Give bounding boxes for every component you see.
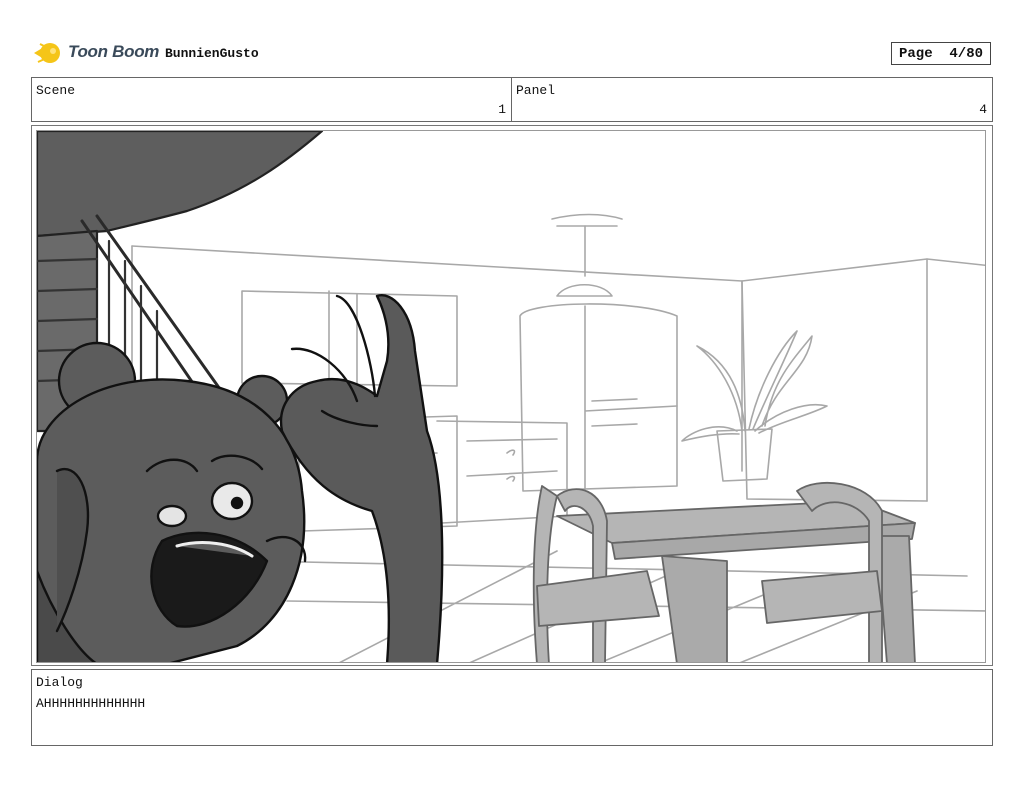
storyboard-drawing — [36, 130, 986, 663]
table-and-chairs — [532, 481, 916, 662]
dialog-text: AHHHHHHHHHHHHH — [36, 696, 146, 711]
page-label: Page — [898, 46, 933, 62]
panel-label: Panel — [516, 83, 556, 98]
brand-name: Toon Boom — [68, 42, 160, 61]
scene-cell: Scene 1 — [31, 77, 512, 122]
project-name: BunnienGusto — [165, 46, 259, 61]
scene-number: 1 — [498, 102, 506, 117]
page-value: 4/80 — [949, 46, 984, 62]
dialog-label: Dialog — [36, 675, 83, 690]
dialog-cell: Dialog AHHHHHHHHHHHHH — [31, 669, 993, 746]
screaming-character — [37, 294, 444, 662]
panel-cell: Panel 4 — [511, 77, 993, 122]
scene-label: Scene — [36, 83, 76, 98]
sketch-illustration — [37, 131, 985, 662]
panel-number: 4 — [979, 102, 987, 117]
page-counter: Page 4/80 — [891, 42, 991, 65]
